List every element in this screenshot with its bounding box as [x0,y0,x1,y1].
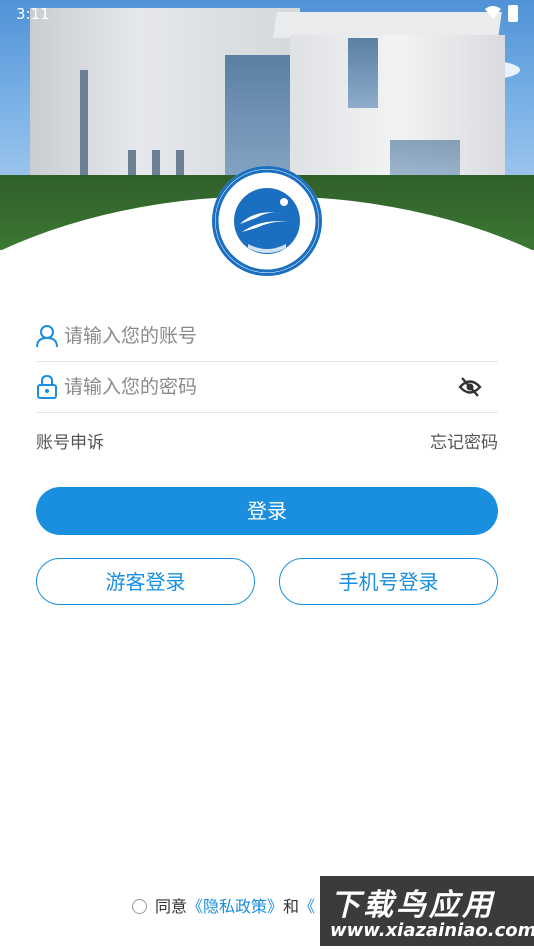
agree-radio[interactable] [132,899,147,914]
college-logo-emblem [215,169,319,273]
agree-prefix: 同意 [155,897,188,916]
forgot-password-link[interactable]: 忘记密码 [430,428,498,453]
watermark-title: 下载鸟应用 [330,888,495,923]
phone-login-button[interactable]: 手机号登录 [279,558,498,605]
agreement: 同意《隐私政策》和《 [132,893,315,917]
watermark: 下载鸟应用 www.xiazainiao.com [320,876,534,946]
password-row [36,362,498,413]
college-logo [212,166,322,276]
account-appeal-link[interactable]: 账号申诉 [36,428,104,453]
guest-login-button[interactable]: 游客登录 [36,558,255,605]
watermark-url: www.xiazainiao.com [330,920,534,941]
user-agreement-link[interactable]: 《 [299,897,315,916]
user-icon [36,325,58,348]
account-input[interactable] [64,311,454,361]
agree-and: 和 [283,897,300,916]
building-window [80,70,88,190]
status-time: 3:11 [16,5,50,23]
privacy-policy-link[interactable]: 《隐私政策》 [187,897,283,916]
lock-icon [37,375,57,399]
login-button[interactable]: 登录 [36,487,498,535]
building-glass [348,38,378,108]
status-bar: 3:11 [0,0,534,28]
password-input[interactable] [64,362,454,412]
wifi-icon [485,6,501,19]
battery-icon [508,5,518,22]
account-row [36,311,498,362]
eye-off-icon[interactable] [458,376,482,398]
